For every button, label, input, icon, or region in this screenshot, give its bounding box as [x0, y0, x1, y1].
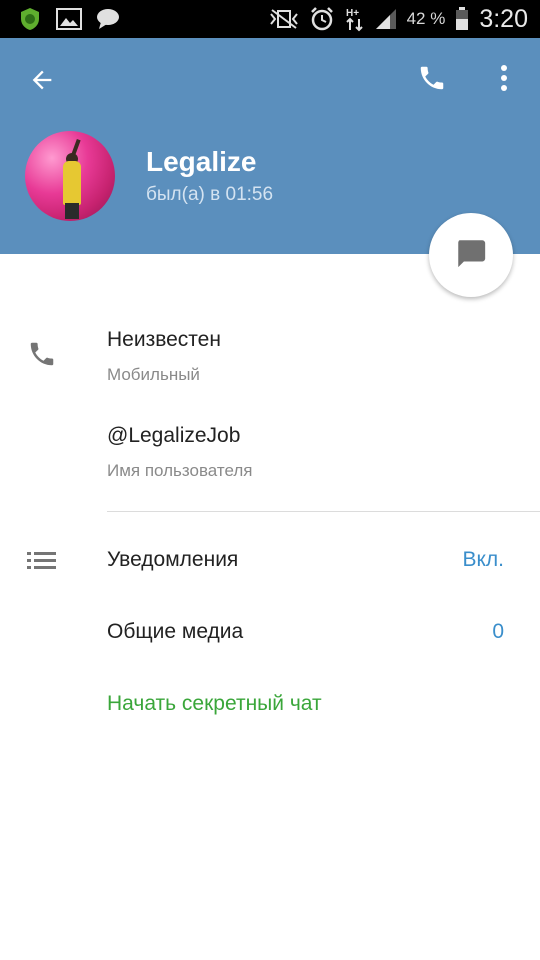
status-bar: H+ 42 % 3:20 — [0, 0, 540, 38]
notifications-value[interactable]: Вкл. — [462, 548, 504, 572]
phone-row-icon — [24, 338, 60, 374]
start-secret-chat-button[interactable]: Начать секретный чат — [107, 692, 322, 716]
chat-bubble-icon — [96, 8, 120, 30]
avatar-image-detail — [65, 203, 79, 219]
list-icon — [27, 550, 57, 575]
more-vert-icon — [500, 64, 508, 97]
network-arrows-icon: H+ — [345, 6, 365, 32]
battery-percent: 42 % — [406, 9, 446, 28]
battery-icon — [455, 7, 469, 31]
svg-text:H+: H+ — [346, 8, 359, 19]
shared-media-label[interactable]: Общие медиа — [107, 620, 243, 644]
message-icon — [454, 236, 488, 275]
notifications-label[interactable]: Уведомления — [107, 548, 238, 572]
back-arrow-icon — [28, 66, 56, 99]
username-value[interactable]: @LegalizeJob — [107, 424, 240, 448]
more-options-button[interactable] — [484, 58, 524, 102]
alarm-icon — [309, 6, 335, 32]
status-bar-right: H+ 42 % 3:20 — [269, 4, 528, 34]
phone-label: Мобильный — [107, 365, 200, 384]
contact-name: Legalize — [146, 146, 257, 177]
notifications-row-icon — [24, 544, 60, 580]
phone-icon — [27, 339, 57, 374]
avatar-image-detail — [63, 161, 81, 205]
back-button[interactable] — [20, 60, 64, 104]
status-bar-left — [18, 6, 120, 32]
signal-icon — [375, 8, 397, 30]
last-seen-status: был(а) в 01:56 — [146, 184, 274, 205]
shield-app-icon — [18, 7, 42, 31]
send-message-button[interactable] — [429, 213, 513, 297]
clock: 3:20 — [479, 4, 528, 33]
vibrate-off-icon — [269, 8, 299, 30]
shared-media-count[interactable]: 0 — [492, 620, 504, 644]
phone-value[interactable]: Неизвестен — [107, 328, 221, 352]
phone-icon — [417, 63, 447, 98]
call-button[interactable] — [410, 58, 454, 102]
username-label: Имя пользователя — [107, 461, 253, 480]
section-divider — [107, 511, 540, 512]
avatar[interactable] — [25, 131, 115, 221]
image-icon — [56, 8, 82, 30]
